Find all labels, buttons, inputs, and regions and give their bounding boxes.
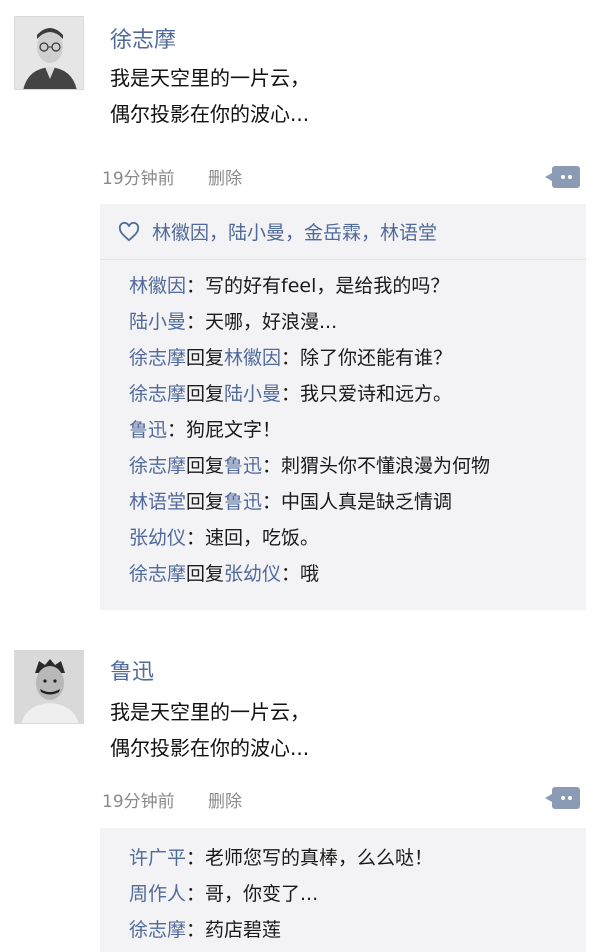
likes-names[interactable]: 林徽因，陆小曼，金岳霖，林语堂 (152, 218, 437, 245)
comment-text: ：老师您写的真棒，么么哒！ (186, 847, 434, 869)
comment-item[interactable]: 徐志摩回复林徽因：除了你还能有谁？ (129, 340, 586, 376)
commenter-name[interactable]: 徐志摩 (129, 919, 186, 941)
commenter-name[interactable]: 张幼仪 (129, 527, 186, 549)
comment-text: ：哥，你变了... (186, 883, 319, 905)
comment-bubble-icon[interactable] (545, 166, 580, 188)
comment-item[interactable]: 徐志摩回复陆小曼：我只爱诗和远方。 (129, 376, 586, 412)
comment-text: ：狗屁文字！ (167, 419, 282, 441)
post-content-line: 偶尔投影在你的波心... (110, 102, 310, 126)
commenter-name[interactable]: 周作人 (129, 883, 186, 905)
post-author[interactable]: 徐志摩 (110, 22, 176, 54)
comment-list: 许广平：老师您写的真棒，么么哒！ 周作人：哥，你变了... 徐志摩：药店碧莲 (100, 828, 586, 948)
commenter-name[interactable]: 鲁迅 (129, 419, 167, 441)
reply-word: 回复 (186, 383, 225, 405)
reply-target-name[interactable]: 陆小曼 (224, 383, 281, 405)
comment-item[interactable]: 徐志摩回复张幼仪：哦 (129, 556, 586, 592)
comment-item[interactable]: 陆小曼：天哪，好浪漫... (129, 304, 586, 340)
delete-button[interactable]: 删除 (208, 792, 242, 812)
reply-word: 回复 (186, 563, 225, 585)
comment-item[interactable]: 徐志摩：药店碧莲 (129, 912, 586, 948)
commenter-name[interactable]: 陆小曼 (129, 311, 186, 333)
likes-row: 林徽因，陆小曼，金岳霖，林语堂 (100, 204, 586, 260)
post-content: 我是天空里的一片云， 偶尔投影在你的波心... (110, 60, 310, 132)
post-content-line: 偶尔投影在你的波心... (110, 736, 310, 760)
avatar[interactable] (14, 16, 84, 90)
avatar[interactable] (14, 650, 84, 724)
portrait-icon (15, 651, 83, 723)
interaction-box: 林徽因，陆小曼，金岳霖，林语堂 林徽因：写的好有feel，是给我的吗？ 陆小曼：… (100, 204, 586, 610)
comment-item[interactable]: 许广平：老师您写的真棒，么么哒！ (129, 840, 586, 876)
comment-text: ：刺猬头你不懂浪漫为何物 (262, 455, 491, 477)
delete-button[interactable]: 删除 (208, 169, 242, 189)
reply-target-name[interactable]: 鲁迅 (224, 455, 262, 477)
comment-item[interactable]: 林徽因：写的好有feel，是给我的吗？ (129, 268, 586, 304)
commenter-name[interactable]: 林语堂 (129, 491, 186, 513)
comment-text: ：我只爱诗和远方。 (281, 383, 453, 405)
post-meta: 19分钟前 删除 (102, 164, 242, 189)
reply-word: 回复 (186, 347, 225, 369)
commenter-name[interactable]: 徐志摩 (129, 563, 186, 585)
heart-icon (118, 221, 140, 241)
commenter-name[interactable]: 林徽因 (129, 275, 186, 297)
post-content: 我是天空里的一片云， 偶尔投影在你的波心... (110, 694, 310, 766)
comment-item[interactable]: 张幼仪：速回，吃饭。 (129, 520, 586, 556)
comment-bubble-icon[interactable] (545, 787, 580, 809)
comment-text: ：中国人真是缺乏情调 (262, 491, 453, 513)
comment-item[interactable]: 鲁迅：狗屁文字！ (129, 412, 586, 448)
post-meta: 19分钟前 删除 (102, 787, 242, 812)
commenter-name[interactable]: 徐志摩 (129, 455, 186, 477)
comment-item[interactable]: 徐志摩回复鲁迅：刺猬头你不懂浪漫为何物 (129, 448, 586, 484)
post-content-line: 我是天空里的一片云， (110, 700, 310, 724)
post-timestamp: 19分钟前 (102, 792, 175, 812)
post-author[interactable]: 鲁迅 (110, 654, 154, 686)
comment-list: 林徽因：写的好有feel，是给我的吗？ 陆小曼：天哪，好浪漫... 徐志摩回复林… (100, 260, 586, 592)
reply-target-name[interactable]: 张幼仪 (224, 563, 281, 585)
comment-text: ：除了你还能有谁？ (281, 347, 453, 369)
comment-text: ：速回，吃饭。 (186, 527, 320, 549)
reply-word: 回复 (186, 455, 225, 477)
comment-text: ：天哪，好浪漫... (186, 311, 338, 333)
reply-target-name[interactable]: 林徽因 (224, 347, 281, 369)
post-timestamp: 19分钟前 (102, 169, 175, 189)
portrait-icon (15, 17, 83, 89)
commenter-name[interactable]: 许广平 (129, 847, 186, 869)
comment-text: ：药店碧莲 (186, 919, 282, 941)
reply-target-name[interactable]: 鲁迅 (224, 491, 262, 513)
commenter-name[interactable]: 徐志摩 (129, 383, 186, 405)
reply-word: 回复 (186, 491, 225, 513)
comment-item[interactable]: 周作人：哥，你变了... (129, 876, 586, 912)
comment-text: ：哦 (281, 563, 320, 585)
commenter-name[interactable]: 徐志摩 (129, 347, 186, 369)
comment-text: ：写的好有feel，是给我的吗？ (186, 275, 450, 297)
interaction-box: 许广平：老师您写的真棒，么么哒！ 周作人：哥，你变了... 徐志摩：药店碧莲 (100, 828, 586, 952)
post-content-line: 我是天空里的一片云， (110, 66, 310, 90)
comment-item[interactable]: 林语堂回复鲁迅：中国人真是缺乏情调 (129, 484, 586, 520)
